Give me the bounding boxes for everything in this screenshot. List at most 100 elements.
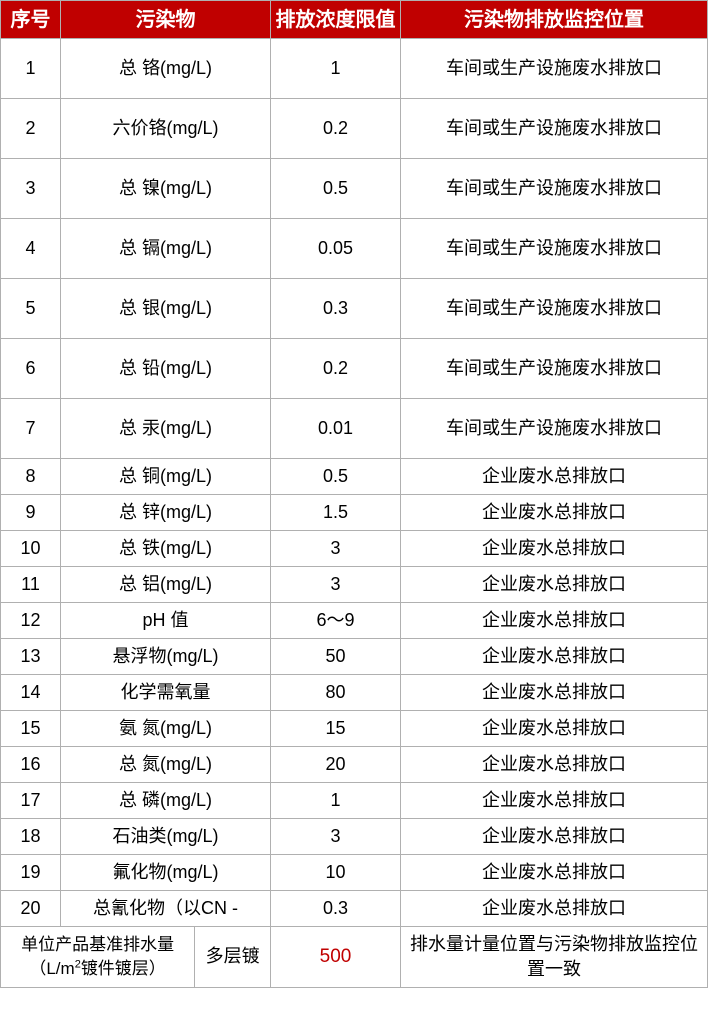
table-row: 16总 氮(mg/L)20企业废水总排放口 (1, 747, 708, 783)
emission-standards-table: 序号 污染物 排放浓度限值 污染物排放监控位置 1总 铬(mg/L)1车间或生产… (0, 0, 708, 988)
cell-num: 10 (1, 531, 61, 567)
cell-location: 企业废水总排放口 (401, 711, 708, 747)
cell-num: 14 (1, 675, 61, 711)
cell-location: 车间或生产设施废水排放口 (401, 159, 708, 219)
cell-num: 4 (1, 219, 61, 279)
cell-pollutant: 总 银(mg/L) (61, 279, 271, 339)
cell-limit: 3 (271, 567, 401, 603)
footer-cell-label: 单位产品基准排水量（L/m2镀件镀层） 多层镀 (1, 927, 271, 988)
cell-location: 企业废水总排放口 (401, 747, 708, 783)
cell-pollutant: 悬浮物(mg/L) (61, 639, 271, 675)
cell-num: 16 (1, 747, 61, 783)
table-row: 9总 锌(mg/L)1.5企业废水总排放口 (1, 495, 708, 531)
cell-limit: 0.5 (271, 159, 401, 219)
cell-num: 20 (1, 891, 61, 927)
cell-location: 车间或生产设施废水排放口 (401, 339, 708, 399)
cell-pollutant: 总 氮(mg/L) (61, 747, 271, 783)
table-row: 12pH 值6～9企业废水总排放口 (1, 603, 708, 639)
cell-limit: 0.01 (271, 399, 401, 459)
table-row: 4总 镉(mg/L)0.05车间或生产设施废水排放口 (1, 219, 708, 279)
cell-location: 车间或生产设施废水排放口 (401, 219, 708, 279)
table-row: 20总氰化物（以CN -0.3企业废水总排放口 (1, 891, 708, 927)
cell-pollutant: 六价铬(mg/L) (61, 99, 271, 159)
cell-pollutant: 总 镍(mg/L) (61, 159, 271, 219)
cell-location: 车间或生产设施废水排放口 (401, 279, 708, 339)
cell-location: 企业废水总排放口 (401, 531, 708, 567)
cell-num: 6 (1, 339, 61, 399)
table-row: 18石油类(mg/L)3企业废水总排放口 (1, 819, 708, 855)
table-row: 13悬浮物(mg/L)50企业废水总排放口 (1, 639, 708, 675)
cell-location: 企业废水总排放口 (401, 639, 708, 675)
cell-limit: 3 (271, 531, 401, 567)
cell-limit: 50 (271, 639, 401, 675)
cell-pollutant: 总 铁(mg/L) (61, 531, 271, 567)
table-row: 5总 银(mg/L)0.3车间或生产设施废水排放口 (1, 279, 708, 339)
cell-location: 企业废水总排放口 (401, 459, 708, 495)
cell-num: 13 (1, 639, 61, 675)
table-row: 15氨 氮(mg/L)15企业废水总排放口 (1, 711, 708, 747)
cell-limit: 0.2 (271, 99, 401, 159)
cell-num: 1 (1, 39, 61, 99)
cell-pollutant: 总 铬(mg/L) (61, 39, 271, 99)
cell-pollutant: 氨 氮(mg/L) (61, 711, 271, 747)
header-limit: 排放浓度限值 (271, 1, 401, 39)
cell-limit: 10 (271, 855, 401, 891)
header-pollutant: 污染物 (61, 1, 271, 39)
table-row: 11总 铝(mg/L)3企业废水总排放口 (1, 567, 708, 603)
cell-num: 2 (1, 99, 61, 159)
cell-pollutant: pH 值 (61, 603, 271, 639)
cell-location: 企业废水总排放口 (401, 567, 708, 603)
cell-limit: 1.5 (271, 495, 401, 531)
cell-location: 车间或生产设施废水排放口 (401, 39, 708, 99)
table-row: 3总 镍(mg/L)0.5车间或生产设施废水排放口 (1, 159, 708, 219)
cell-location: 企业废水总排放口 (401, 855, 708, 891)
cell-num: 11 (1, 567, 61, 603)
cell-num: 19 (1, 855, 61, 891)
cell-limit: 80 (271, 675, 401, 711)
table-row: 17总 磷(mg/L)1企业废水总排放口 (1, 783, 708, 819)
cell-location: 企业废水总排放口 (401, 819, 708, 855)
cell-limit: 1 (271, 39, 401, 99)
cell-pollutant: 总 汞(mg/L) (61, 399, 271, 459)
table-row: 6总 铅(mg/L)0.2车间或生产设施废水排放口 (1, 339, 708, 399)
table-row: 8总 铜(mg/L)0.5企业废水总排放口 (1, 459, 708, 495)
cell-pollutant: 氟化物(mg/L) (61, 855, 271, 891)
cell-num: 8 (1, 459, 61, 495)
cell-num: 5 (1, 279, 61, 339)
cell-limit: 0.3 (271, 279, 401, 339)
footer-value: 500 (271, 927, 401, 988)
cell-limit: 15 (271, 711, 401, 747)
table-row: 2六价铬(mg/L)0.2车间或生产设施废水排放口 (1, 99, 708, 159)
cell-location: 车间或生产设施废水排放口 (401, 99, 708, 159)
cell-pollutant: 总 铅(mg/L) (61, 339, 271, 399)
cell-location: 企业废水总排放口 (401, 891, 708, 927)
table-header-row: 序号 污染物 排放浓度限值 污染物排放监控位置 (1, 1, 708, 39)
cell-location: 企业废水总排放口 (401, 495, 708, 531)
cell-num: 15 (1, 711, 61, 747)
cell-limit: 6～9 (271, 603, 401, 639)
cell-num: 3 (1, 159, 61, 219)
cell-pollutant: 总 铝(mg/L) (61, 567, 271, 603)
cell-location: 企业废水总排放口 (401, 603, 708, 639)
footer-row: 单位产品基准排水量（L/m2镀件镀层） 多层镀 500 排水量计量位置与污染物排… (1, 927, 708, 988)
cell-num: 18 (1, 819, 61, 855)
header-num: 序号 (1, 1, 61, 39)
cell-pollutant: 石油类(mg/L) (61, 819, 271, 855)
cell-pollutant: 总 镉(mg/L) (61, 219, 271, 279)
cell-pollutant: 总 锌(mg/L) (61, 495, 271, 531)
table-row: 10总 铁(mg/L)3企业废水总排放口 (1, 531, 708, 567)
cell-pollutant: 总 磷(mg/L) (61, 783, 271, 819)
table-row: 1总 铬(mg/L)1车间或生产设施废水排放口 (1, 39, 708, 99)
footer-sub: 多层镀 (195, 927, 270, 987)
cell-limit: 0.2 (271, 339, 401, 399)
cell-pollutant: 化学需氧量 (61, 675, 271, 711)
table-row: 14化学需氧量80企业废水总排放口 (1, 675, 708, 711)
footer-label: 单位产品基准排水量（L/m2镀件镀层） (1, 927, 195, 987)
cell-location: 企业废水总排放口 (401, 675, 708, 711)
cell-pollutant: 总 铜(mg/L) (61, 459, 271, 495)
cell-num: 12 (1, 603, 61, 639)
cell-num: 7 (1, 399, 61, 459)
cell-limit: 20 (271, 747, 401, 783)
cell-limit: 0.5 (271, 459, 401, 495)
footer-location: 排水量计量位置与污染物排放监控位置一致 (401, 927, 708, 988)
